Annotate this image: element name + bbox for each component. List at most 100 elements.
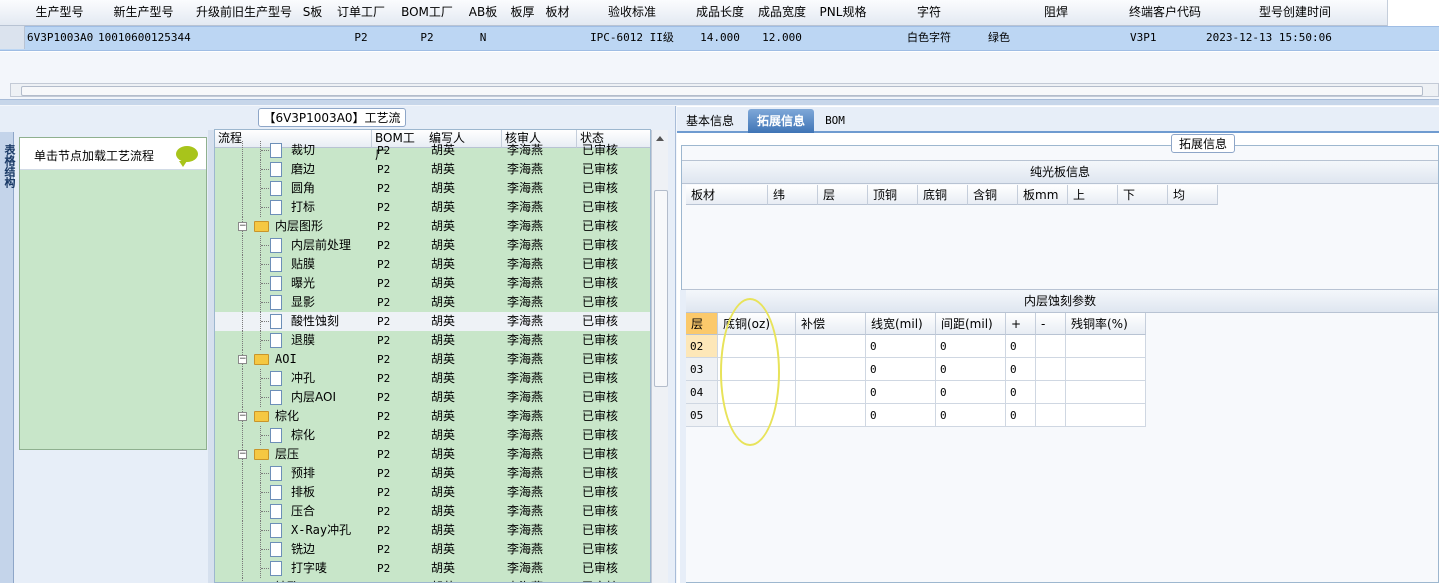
plain-board-column-header[interactable]: 底铜 <box>918 185 968 205</box>
etch-cell[interactable]: 0 <box>1006 381 1036 404</box>
tree-row[interactable]: 排板 P2 胡英 李海燕 已审核 <box>215 483 650 502</box>
etch-cell[interactable]: 0 <box>936 404 1006 427</box>
row-selector[interactable] <box>0 26 25 49</box>
etch-cell[interactable]: 0 <box>1006 335 1036 358</box>
etch-column-header[interactable]: 补偿 <box>796 313 866 335</box>
column-header[interactable]: 型号创建时间 <box>1203 0 1388 26</box>
tree-row[interactable]: 磨边 P2 胡英 李海燕 已审核 <box>215 160 650 179</box>
grid-cell[interactable]: 绿色 <box>985 27 1130 48</box>
tree-row[interactable]: 棕化 P2 胡英 李海燕 已审核 <box>215 426 650 445</box>
column-header[interactable]: 终端客户代码 <box>1127 0 1204 26</box>
grid-cell[interactable]: IPC-6012 II级 <box>575 27 689 48</box>
plain-board-column-header[interactable]: 上 <box>1068 185 1118 205</box>
grid-cell[interactable]: N <box>461 27 505 48</box>
side-tab[interactable]: 表格结构 <box>0 132 16 583</box>
grid-cell[interactable]: 白色字符 <box>873 27 985 48</box>
grid-cell[interactable] <box>505 27 543 48</box>
tree-row[interactable]: 裁切 P2 胡英 李海燕 已审核 <box>215 141 650 160</box>
grid-cell[interactable]: P2 <box>329 27 393 48</box>
plain-board-column-header[interactable]: 板材 <box>686 185 768 205</box>
grid-cell[interactable]: 10010600125344 <box>95 27 195 48</box>
collapse-icon[interactable]: − <box>238 412 247 421</box>
etch-cell[interactable] <box>796 335 866 358</box>
etch-cell[interactable] <box>1036 335 1066 358</box>
column-header[interactable]: S板 <box>296 0 330 26</box>
node-list[interactable] <box>19 137 207 450</box>
tree-row[interactable]: − AOI P2 胡英 李海燕 已审核 <box>215 350 650 369</box>
scroll-thumb[interactable] <box>21 86 1423 96</box>
grid-cell[interactable]: 12.000 <box>751 27 813 48</box>
etch-cell[interactable]: 0 <box>936 358 1006 381</box>
scroll-up-icon[interactable] <box>656 136 664 141</box>
etch-cell[interactable] <box>796 358 866 381</box>
plain-board-column-header[interactable]: 含铜 <box>968 185 1018 205</box>
tree-row[interactable]: −钻孔P2胡英李海燕已审核 <box>215 578 650 582</box>
tree-row[interactable]: 打字唛 P2 胡英 李海燕 已审核 <box>215 559 650 578</box>
column-header[interactable]: 生产型号 <box>24 0 96 26</box>
tree-row[interactable]: 曝光 P2 胡英 李海燕 已审核 <box>215 274 650 293</box>
column-header[interactable]: 升级前旧生产型号 <box>192 0 297 26</box>
etch-cell[interactable]: 0 <box>1006 404 1036 427</box>
etch-layer-cell[interactable]: 02 <box>686 335 718 358</box>
etch-cell[interactable] <box>1066 381 1146 404</box>
etch-cell[interactable]: 0 <box>866 381 936 404</box>
horizontal-scrollbar[interactable] <box>10 83 1439 97</box>
tree-row[interactable]: 内层AOI P2 胡英 李海燕 已审核 <box>215 388 650 407</box>
column-header[interactable]: 验收标准 <box>575 0 690 26</box>
column-header[interactable]: 成品长度 <box>689 0 752 26</box>
etch-column-header[interactable]: 层 <box>686 313 718 335</box>
etch-column-header[interactable]: - <box>1036 313 1066 335</box>
tree-row[interactable]: 内层前处理 P2 胡英 李海燕 已审核 <box>215 236 650 255</box>
tree-row[interactable]: 显影 P2 胡英 李海燕 已审核 <box>215 293 650 312</box>
plain-board-column-header[interactable]: 层 <box>818 185 868 205</box>
etch-cell[interactable] <box>1036 358 1066 381</box>
etch-layer-cell[interactable]: 04 <box>686 381 718 404</box>
tree-row[interactable]: − 内层图形 P2 胡英 李海燕 已审核 <box>215 217 650 236</box>
etch-column-header[interactable]: + <box>1006 313 1036 335</box>
column-header[interactable]: BOM工厂 <box>393 0 462 26</box>
collapse-icon[interactable]: − <box>238 222 247 231</box>
tree-row[interactable]: 压合 P2 胡英 李海燕 已审核 <box>215 502 650 521</box>
column-header[interactable]: AB板 <box>461 0 506 26</box>
grid-cell[interactable] <box>813 27 876 48</box>
grid-cell[interactable] <box>296 27 329 48</box>
etch-column-header[interactable]: 间距(mil) <box>936 313 1006 335</box>
tree-row[interactable]: 贴膜 P2 胡英 李海燕 已审核 <box>215 255 650 274</box>
tree-row[interactable]: 圆角 P2 胡英 李海燕 已审核 <box>215 179 650 198</box>
column-header[interactable]: 字符 <box>873 0 986 26</box>
tree-vertical-scrollbar[interactable] <box>651 130 668 583</box>
tree-scroll-thumb[interactable] <box>654 190 668 387</box>
etch-cell[interactable] <box>1066 404 1146 427</box>
tree-row[interactable]: 预排 P2 胡英 李海燕 已审核 <box>215 464 650 483</box>
etch-cell[interactable] <box>796 381 866 404</box>
tab-bom[interactable]: BOM <box>821 109 849 133</box>
etch-cell[interactable] <box>1066 358 1146 381</box>
grid-cell[interactable] <box>192 27 299 48</box>
grid-cell[interactable]: 6V3P1003A0 <box>24 27 98 48</box>
column-header[interactable]: 新生产型号 <box>95 0 193 26</box>
tree-row[interactable]: 打标 P2 胡英 李海燕 已审核 <box>215 198 650 217</box>
tree-row[interactable]: − 层压 P2 胡英 李海燕 已审核 <box>215 445 650 464</box>
plain-board-column-header[interactable]: 均 <box>1168 185 1218 205</box>
etch-column-header[interactable]: 线宽(mil) <box>866 313 936 335</box>
tree-row[interactable]: 冲孔 P2 胡英 李海燕 已审核 <box>215 369 650 388</box>
etch-cell[interactable] <box>1036 404 1066 427</box>
etch-cell[interactable]: 0 <box>866 335 936 358</box>
plain-board-column-header[interactable]: 下 <box>1118 185 1168 205</box>
collapse-icon[interactable]: − <box>238 355 247 364</box>
tree-row[interactable]: − 棕化 P2 胡英 李海燕 已审核 <box>215 407 650 426</box>
panel-splitter[interactable] <box>0 99 1439 105</box>
column-header[interactable]: 成品宽度 <box>751 0 814 26</box>
etch-cell[interactable]: 0 <box>936 381 1006 404</box>
tab-basic-info[interactable]: 基本信息 <box>681 109 739 133</box>
column-header[interactable]: PNL规格 <box>813 0 874 26</box>
tree-row[interactable]: X-Ray冲孔 P2 胡英 李海燕 已审核 <box>215 521 650 540</box>
grid-cell[interactable]: 2023-12-13 15:50:06 <box>1203 27 1390 48</box>
grid-cell[interactable]: 14.000 <box>689 27 751 48</box>
etch-cell[interactable]: 0 <box>936 335 1006 358</box>
plain-board-column-header[interactable]: 板mm <box>1018 185 1068 205</box>
etch-column-header[interactable]: 残铜率(%) <box>1066 313 1146 335</box>
etch-cell[interactable] <box>1066 335 1146 358</box>
grid-cell[interactable] <box>540 27 578 48</box>
tree-row[interactable]: 铣边 P2 胡英 李海燕 已审核 <box>215 540 650 559</box>
